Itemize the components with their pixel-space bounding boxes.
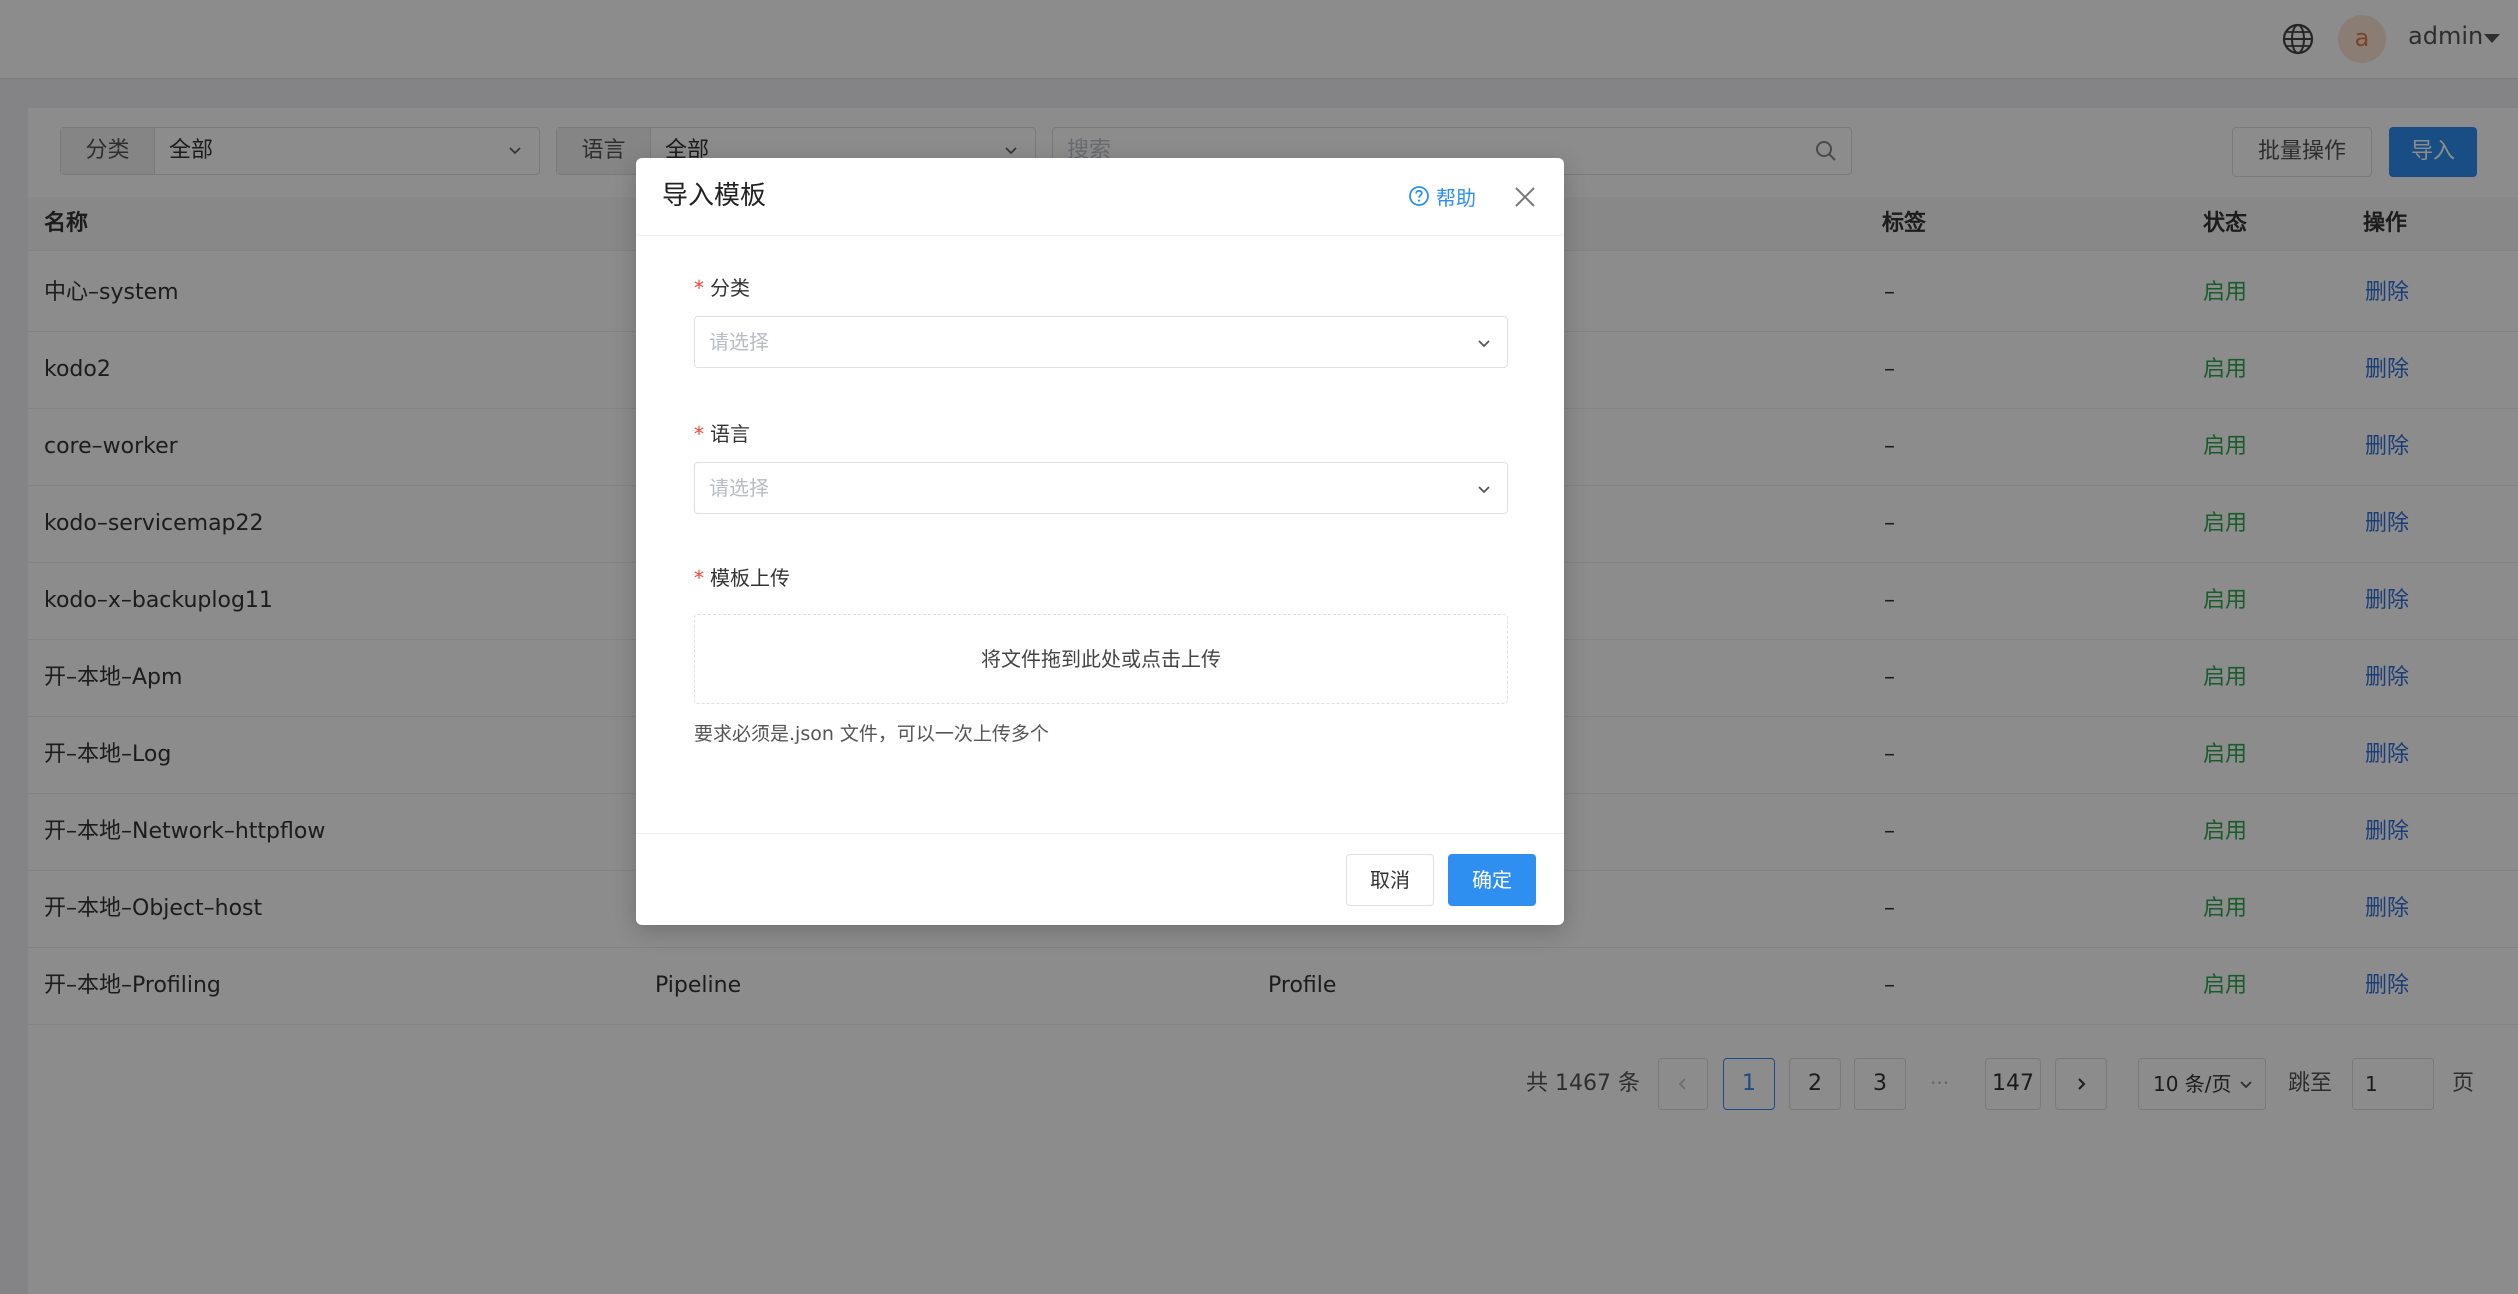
category-select[interactable]: 请选择 <box>694 316 1508 368</box>
upload-label-text: 模板上传 <box>710 566 790 590</box>
required-mark: * <box>694 566 704 590</box>
required-mark: * <box>694 422 704 446</box>
file-upload-dropzone[interactable]: 将文件拖到此处或点击上传 <box>694 614 1508 704</box>
category-field-label: * 分类 <box>694 274 750 302</box>
dialog-footer: 取消 确定 <box>636 833 1564 925</box>
confirm-button[interactable]: 确定 <box>1448 854 1536 906</box>
required-mark: * <box>694 276 704 300</box>
chevron-down-icon <box>1478 340 1490 348</box>
dialog-header: 导入模板 帮助 <box>636 158 1564 236</box>
language-field-label: * 语言 <box>694 420 750 448</box>
language-select[interactable]: 请选择 <box>694 462 1508 514</box>
upload-hint: 要求必须是.json 文件，可以一次上传多个 <box>694 723 1049 745</box>
cancel-button[interactable]: 取消 <box>1346 854 1434 906</box>
language-select-placeholder: 请选择 <box>709 476 769 500</box>
import-template-dialog: 导入模板 帮助 * 分类 请选择 * 语言 请选择 * 模板上传 将文件拖到此处或点击… <box>636 158 1564 925</box>
language-label-text: 语言 <box>710 422 750 446</box>
help-circle-icon <box>1409 186 1429 206</box>
chevron-down-icon <box>1478 486 1490 494</box>
category-select-placeholder: 请选择 <box>709 330 769 354</box>
upload-field-label: * 模板上传 <box>694 564 790 592</box>
help-link[interactable]: 帮助 <box>1408 180 1476 212</box>
dialog-title: 导入模板 <box>662 181 767 211</box>
close-icon[interactable] <box>1512 184 1538 210</box>
help-label: 帮助 <box>1436 185 1476 210</box>
category-label-text: 分类 <box>710 276 750 300</box>
